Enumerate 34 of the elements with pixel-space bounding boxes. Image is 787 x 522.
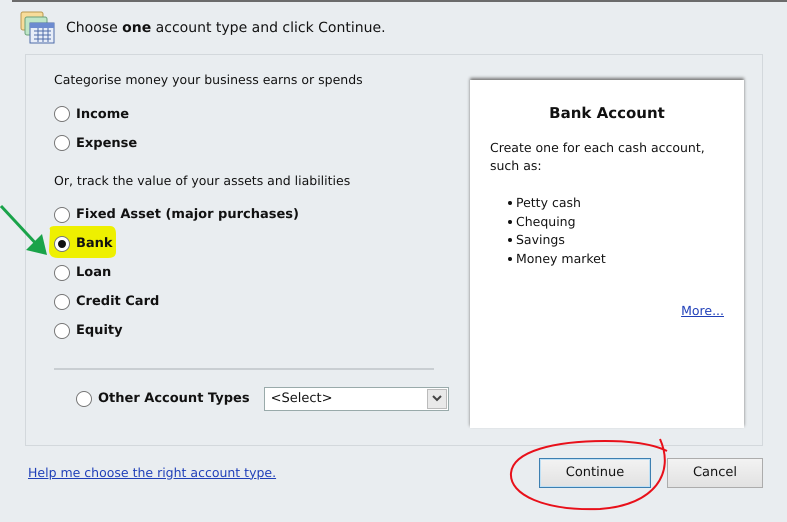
- radio-button[interactable]: [54, 265, 70, 281]
- radio-button[interactable]: [54, 323, 70, 339]
- option-label[interactable]: Fixed Asset (major purchases): [76, 205, 299, 225]
- option-label[interactable]: Equity: [76, 321, 123, 341]
- option-label[interactable]: Credit Card: [76, 292, 160, 312]
- bullet-icon: [508, 238, 512, 242]
- bullet-item: Petty cash: [516, 194, 581, 212]
- option-label[interactable]: Loan: [76, 263, 112, 283]
- bullet-item: Chequing: [516, 212, 576, 231]
- option-label[interactable]: Income: [76, 104, 130, 124]
- bullet-icon: [508, 220, 512, 224]
- cancel-button[interactable]: Cancel: [667, 458, 763, 488]
- option-label[interactable]: Expense: [76, 134, 138, 153]
- option-label[interactable]: Other Account Types: [98, 388, 250, 408]
- radio-button[interactable]: [54, 294, 70, 310]
- continue-button[interactable]: Continue: [539, 458, 651, 488]
- chevron-down-icon: [432, 395, 442, 402]
- radio-button[interactable]: [76, 390, 92, 406]
- card-description: Create one for each cash account, such as:: [490, 138, 706, 176]
- more-link[interactable]: More...: [490, 302, 724, 321]
- card-title: Bank Account: [548, 103, 666, 124]
- account-type-dropdown[interactable]: <Select>: [264, 386, 449, 410]
- radio-button[interactable]: [54, 207, 70, 223]
- dialog-instruction: Choose one account type and click Continue.: [66, 18, 386, 38]
- bullet-icon: [508, 201, 512, 206]
- bullet-item: Savings: [516, 231, 565, 249]
- radio-button[interactable]: [54, 135, 70, 152]
- section-heading: Or, track the value of your assets and liabilities: [54, 172, 352, 190]
- radio-button[interactable]: [54, 106, 70, 122]
- bullet-item: Money market: [516, 250, 606, 268]
- help-link[interactable]: Help me choose the right account type.: [28, 464, 276, 482]
- section-heading: Categorise money your business earns or spends: [54, 71, 364, 89]
- bullet-icon: [508, 256, 512, 261]
- accounts-icon: [20, 11, 56, 45]
